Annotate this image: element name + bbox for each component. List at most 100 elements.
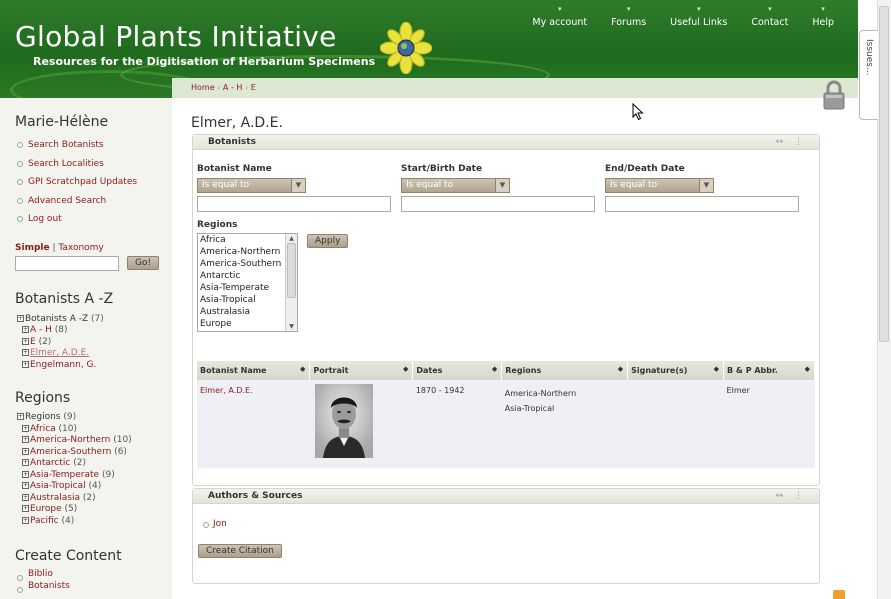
end-date-input[interactable] [605,196,799,212]
scroll-down-icon[interactable]: ▼ [286,322,297,331]
expand-icon[interactable]: + [22,505,29,512]
expand-icon[interactable]: + [22,459,29,466]
search-tab-taxonomy[interactable]: Taxonomy [58,243,103,253]
region-option[interactable]: Australasia [198,306,297,318]
site-title[interactable]: Global Plants Initiative [15,20,337,53]
apply-button[interactable]: Apply [307,234,349,248]
expand-icon[interactable]: + [22,447,29,455]
menu-item-scratchpad-updates[interactable]: GPI Scratchpad Updates [17,173,172,192]
scroll-up-icon[interactable]: ▲ [286,234,297,243]
region-option[interactable]: Europe [198,318,297,330]
sort-icon[interactable]: ◆ [403,365,408,373]
end-date-operator-select[interactable]: Is equal to ▼ [605,178,714,193]
region-option[interactable]: America-Northern [198,246,297,258]
menu-item-search-localities[interactable]: Search Localities [17,155,172,174]
scrollbar-thumb[interactable] [287,243,296,298]
nav-forums[interactable]: Forums [599,17,658,28]
breadcrumb-home[interactable]: Home [191,83,215,92]
expand-icon[interactable]: + [22,326,29,333]
region-option[interactable]: Antarctic [198,270,297,282]
rss-feed-icon[interactable] [833,590,845,599]
column-header-botanist-name[interactable]: Botanist Name ◆ [197,361,311,380]
nav-useful-links[interactable]: Useful Links [658,17,739,28]
regions-multiselect[interactable]: Africa America-Northern America-Southern… [197,233,298,332]
region-option[interactable]: Asia-Temperate [198,282,297,294]
menu-item-search-botanists[interactable]: Search Botanists [17,136,172,155]
regions-tree: + Regions (9) + Africa (10) + America-North… [0,412,172,527]
issues-tab[interactable]: Issues... [859,30,878,120]
sort-icon[interactable]: ◆ [492,365,497,373]
expand-icon[interactable]: + [22,349,29,356]
expand-icon[interactable]: + [22,360,29,368]
start-date-operator-select[interactable]: Is equal to ▼ [401,178,510,193]
panel-resize-icon[interactable]: ↔ ⋮ [776,135,807,149]
sort-icon[interactable]: ◆ [618,365,623,373]
tree-item-america-northern[interactable]: + America-Northern (10) [17,435,172,447]
tree-item-asia-temperate[interactable]: + Asia-Temperate (9) [17,470,172,482]
region-option[interactable]: Africa [198,234,297,246]
column-header-portrait[interactable]: Portrait ◆ [309,361,414,380]
create-citation-button[interactable]: Create Citation [198,544,282,558]
tree-item-pacific[interactable]: + Pacific (4) [17,516,172,528]
tree-item-elmer[interactable]: + Elmer, A.D.E. [17,348,172,360]
tree-item-america-southern[interactable]: + America-Southern (6) [17,447,172,459]
botanist-portrait[interactable] [314,384,373,458]
tree-item-regions[interactable]: + Regions (9) [17,412,172,424]
flower-logo-icon [380,22,432,74]
user-block-title: Marie-Hélène [15,114,109,130]
botanist-name-operator-select[interactable]: Is equal to ▼ [197,178,306,193]
menu-item-log-out[interactable]: Log out [17,210,172,229]
sort-icon[interactable]: ◆ [300,365,305,373]
expand-icon[interactable]: + [17,413,24,420]
regions-scrollbar[interactable]: ▲ ▼ [285,234,297,331]
botanist-name-link[interactable]: Elmer, A.D.E. [200,386,253,395]
column-header-regions[interactable]: Regions ◆ [501,361,629,380]
page-title: Elmer, A.D.E. [191,115,283,131]
author-link[interactable]: Jon [213,519,227,529]
lock-icon[interactable] [822,80,846,110]
nav-my-account[interactable]: My account [520,17,599,28]
tree-item-a-h[interactable]: + A - H (8) [17,325,172,337]
column-header-bp-abbr[interactable]: B & P Abbr. ◆ [723,361,815,380]
column-header-dates[interactable]: Dates ◆ [412,361,503,380]
panel-resize-icon[interactable]: ↔ ⋮ [776,489,807,503]
breadcrumb-a-h[interactable]: A - H [223,83,242,92]
tree-item-europe[interactable]: + Europe (5) [17,504,172,516]
botanist-name-input[interactable] [197,196,391,212]
menu-item-advanced-search[interactable]: Advanced Search [17,192,172,211]
tree-item-asia-tropical[interactable]: + Asia-Tropical (4) [17,481,172,493]
go-button[interactable]: Go! [127,256,160,270]
authors-list: Jon [203,518,227,530]
scrollbar-thumb[interactable] [879,6,889,342]
menu-item-botanists[interactable]: Botanists [17,581,172,592]
tree-item-africa[interactable]: + Africa (10) [17,424,172,436]
expand-icon[interactable]: + [22,516,29,524]
tree-item-antarctic[interactable]: + Antarctic (2) [17,458,172,470]
expand-icon[interactable]: + [22,337,29,345]
column-header-signatures[interactable]: Signature(s) ◆ [627,361,725,380]
region-option[interactable]: America-Southern [198,258,297,270]
tree-item-engelmann[interactable]: + Engelmann, G. [17,360,172,372]
tree-item-e[interactable]: + E (2) [17,337,172,349]
search-tab-simple[interactable]: Simple [15,243,50,253]
expand-icon[interactable]: + [22,470,29,478]
expand-icon[interactable]: + [22,493,29,501]
nav-help[interactable]: Help [800,17,846,28]
region-option[interactable]: Asia-Tropical [198,294,297,306]
expand-icon[interactable]: + [17,314,24,322]
tree-item-australasia[interactable]: + Australasia (2) [17,493,172,505]
breadcrumb-bar [172,78,858,98]
sort-icon[interactable]: ◆ [805,365,810,373]
botanists-block-title: Botanists A -Z [15,290,114,307]
tree-item-botanists-az[interactable]: + Botanists A -Z (7) [17,314,172,326]
search-input[interactable] [15,255,119,271]
menu-item-biblio[interactable]: Biblio [17,569,172,581]
expand-icon[interactable]: + [22,424,29,432]
breadcrumb-e[interactable]: E [251,83,256,92]
sort-icon[interactable]: ◆ [714,365,719,373]
expand-icon[interactable]: + [22,436,29,443]
expand-icon[interactable]: + [22,482,29,489]
signatures-cell [627,380,724,468]
nav-contact[interactable]: Contact [739,17,800,28]
start-date-input[interactable] [401,196,595,212]
